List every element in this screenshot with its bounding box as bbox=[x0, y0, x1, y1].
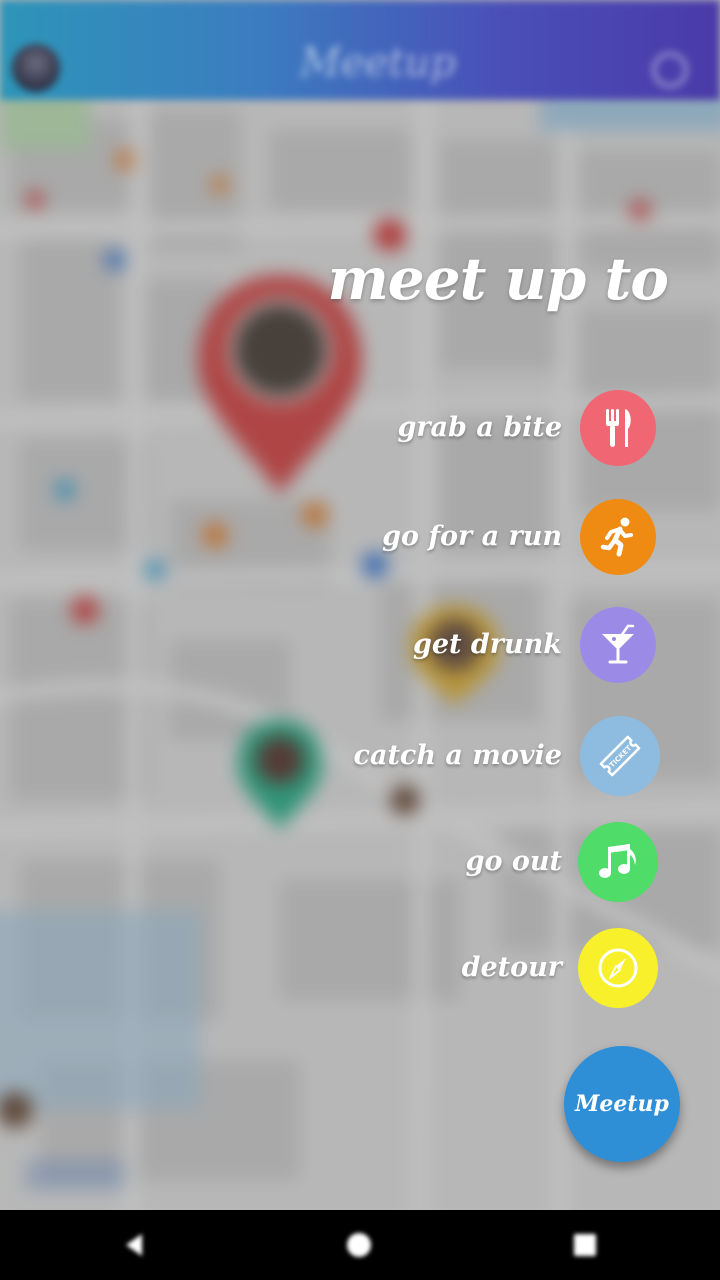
detour-button[interactable] bbox=[578, 928, 658, 1008]
option-label: go out bbox=[465, 846, 562, 877]
option-go-out: go out bbox=[0, 822, 720, 902]
system-nav-bar bbox=[0, 1210, 720, 1280]
option-label: detour bbox=[461, 952, 562, 983]
home-icon[interactable] bbox=[342, 1228, 376, 1262]
option-catch-a-movie: catch a movie TICKET bbox=[0, 716, 720, 796]
overlay-title: meet up to bbox=[327, 245, 669, 313]
option-grab-a-bite: grab a bite bbox=[0, 388, 720, 468]
app-bar: Meetup bbox=[0, 0, 720, 100]
catch-a-movie-button[interactable]: TICKET bbox=[580, 716, 660, 796]
option-get-drunk: get drunk bbox=[0, 605, 720, 685]
ticket-icon: TICKET bbox=[599, 735, 641, 777]
compass-icon bbox=[598, 948, 638, 988]
music-notes-icon bbox=[599, 844, 636, 878]
grab-a-bite-button[interactable] bbox=[580, 390, 656, 466]
option-detour: detour bbox=[0, 928, 720, 1008]
running-person-icon bbox=[600, 517, 633, 557]
option-label: go for a run bbox=[382, 521, 562, 552]
go-out-button[interactable] bbox=[578, 822, 658, 902]
option-label: grab a bite bbox=[397, 412, 562, 443]
option-go-for-a-run: go for a run bbox=[0, 497, 720, 577]
option-label: get drunk bbox=[412, 629, 562, 660]
profile-avatar[interactable] bbox=[12, 44, 60, 92]
settings-icon[interactable] bbox=[652, 52, 688, 88]
option-label: catch a movie bbox=[353, 740, 562, 771]
get-drunk-button[interactable] bbox=[580, 607, 656, 683]
recent-apps-icon[interactable] bbox=[568, 1228, 602, 1262]
back-icon[interactable] bbox=[118, 1228, 152, 1262]
app-brand-logo: Meetup bbox=[300, 40, 456, 86]
meetup-fab-button[interactable]: Meetup bbox=[564, 1046, 680, 1162]
go-for-a-run-button[interactable] bbox=[580, 499, 656, 575]
fab-label: Meetup bbox=[575, 1091, 669, 1117]
fork-knife-icon bbox=[606, 409, 631, 447]
cocktail-icon bbox=[602, 624, 635, 664]
